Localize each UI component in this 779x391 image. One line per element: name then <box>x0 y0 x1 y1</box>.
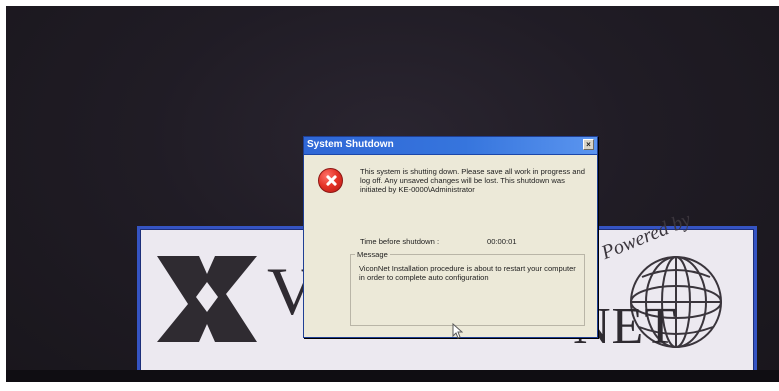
mouse-cursor-icon <box>452 323 463 339</box>
dialog-title-bar[interactable]: System Shutdown × <box>304 137 597 155</box>
message-group-title: Message <box>355 250 390 259</box>
shutdown-message: This system is shutting down. Please sav… <box>360 167 585 194</box>
time-before-shutdown-value: 00:00:01 <box>487 237 517 246</box>
logo-icon <box>157 256 257 342</box>
message-group-text: ViconNet Installation procedure is about… <box>359 264 576 282</box>
close-button[interactable]: × <box>583 139 594 150</box>
error-icon <box>318 168 343 193</box>
dialog-title: System Shutdown <box>307 139 394 150</box>
close-icon: × <box>586 139 591 149</box>
message-groupbox: Message ViconNet Installation procedure … <box>350 250 585 326</box>
screen-bottom-strip <box>6 370 779 382</box>
time-before-shutdown-label: Time before shutdown : <box>360 237 440 246</box>
dialog-body: This system is shutting down. Please sav… <box>304 155 597 339</box>
desktop-screen: V Powered by NET System Shutdown × This … <box>6 6 779 382</box>
system-shutdown-dialog: System Shutdown × This system is shuttin… <box>303 136 598 339</box>
